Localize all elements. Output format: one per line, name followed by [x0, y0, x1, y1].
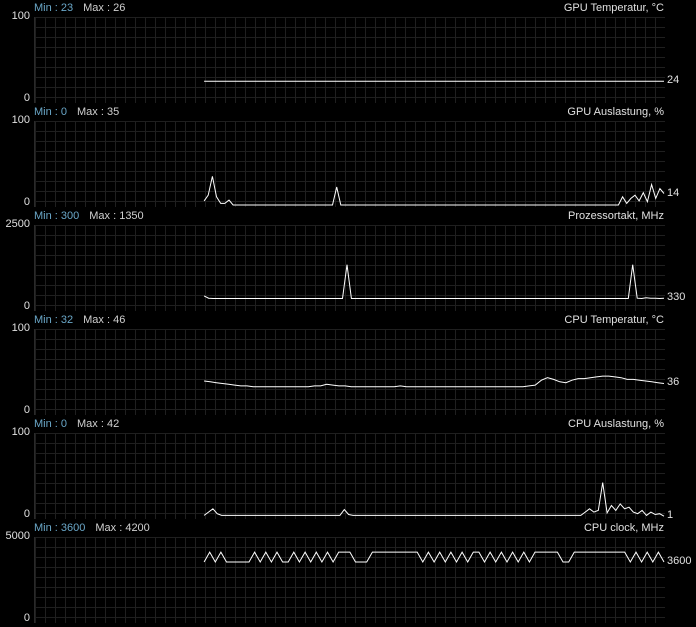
- max-label: Max : 46: [83, 314, 126, 326]
- y-axis-min-label: 0: [23, 196, 30, 208]
- graph-plot: [204, 375, 665, 388]
- max-label: Max : 35: [77, 106, 120, 118]
- min-label: Min : 32: [34, 314, 74, 326]
- y-axis-max-label: 100: [11, 114, 30, 126]
- y-axis-min-label: 0: [23, 92, 30, 104]
- graph-title: CPU Temperatur, °C: [564, 314, 664, 326]
- max-label: Max : 1350: [89, 210, 144, 222]
- min-label: Min : 0: [34, 106, 68, 118]
- graph-panel: Min : 23 Max : 26 GPU Temperatur, °C 100 0 24: [0, 0, 696, 104]
- graph-title: GPU Auslastung, %: [567, 106, 664, 118]
- graph-plot: [204, 80, 664, 82]
- current-value-label: 24: [667, 74, 680, 87]
- min-max-readout: Min : 0 Max : 35: [34, 106, 119, 118]
- min-label: Min : 3600: [34, 522, 86, 534]
- max-label: Max : 26: [83, 2, 126, 14]
- min-label: Min : 0: [34, 418, 68, 430]
- y-axis-max-label: 100: [11, 426, 30, 438]
- graph-panel: Min : 300 Max : 1350 Prozessortakt, MHz 250…: [0, 208, 696, 312]
- graph-panel: Min : 32 Max : 46 CPU Temperatur, °C 100 0 36: [0, 312, 696, 416]
- graph-title: CPU clock, MHz: [583, 522, 664, 534]
- graph-panel: Min : 0 Max : 35 GPU Auslastung, % 100 0 14: [0, 104, 696, 208]
- monitor-window: { "chart_data": [ { "type": "line", "tit…: [0, 0, 696, 627]
- current-value-label: 14: [667, 186, 680, 199]
- graph-title: Prozessortakt, MHz: [568, 210, 664, 222]
- graph-plot: [203, 551, 665, 564]
- y-axis-min-label: 0: [23, 508, 30, 520]
- y-axis-min-label: 0: [23, 300, 30, 312]
- min-label: Min : 300: [34, 210, 80, 222]
- max-label: Max : 42: [77, 418, 120, 430]
- graph-title: CPU Auslastung, %: [568, 418, 664, 430]
- y-axis-min-label: 0: [23, 612, 30, 624]
- y-axis-max-label: 100: [11, 322, 30, 334]
- min-label: Min : 23: [34, 2, 74, 14]
- series-line: [203, 551, 665, 564]
- graph-title: GPU Temperatur, °C: [563, 2, 664, 14]
- graph-panel: Min : 0 Max : 42 CPU Auslastung, % 100 0 1: [0, 416, 696, 521]
- graph-plot: [203, 176, 665, 206]
- graph-plot: [203, 264, 665, 300]
- series-line: [203, 482, 665, 517]
- y-axis-min-label: 0: [23, 404, 30, 416]
- series-line: [203, 264, 665, 300]
- min-max-readout: Min : 3600 Max : 4200: [34, 522, 150, 534]
- y-axis-max-label: 100: [11, 10, 30, 22]
- series-line: [204, 375, 665, 388]
- y-axis-max-label: 5000: [5, 530, 30, 542]
- current-value-label: 3600: [667, 554, 692, 567]
- graph-panel: Min : 3600 Max : 4200 CPU clock, MHz 5000 0 3…: [0, 520, 696, 624]
- current-value-label: 330: [667, 291, 686, 304]
- min-max-readout: Min : 23 Max : 26: [34, 2, 125, 14]
- min-max-readout: Min : 32 Max : 46: [34, 314, 125, 326]
- min-max-readout: Min : 300 Max : 1350: [34, 210, 144, 222]
- graph-plot: [203, 482, 665, 517]
- current-value-label: 36: [667, 376, 680, 389]
- y-axis-max-label: 2500: [5, 218, 30, 230]
- min-max-readout: Min : 0 Max : 42: [34, 418, 119, 430]
- max-label: Max : 4200: [95, 522, 150, 534]
- series-line: [203, 176, 665, 206]
